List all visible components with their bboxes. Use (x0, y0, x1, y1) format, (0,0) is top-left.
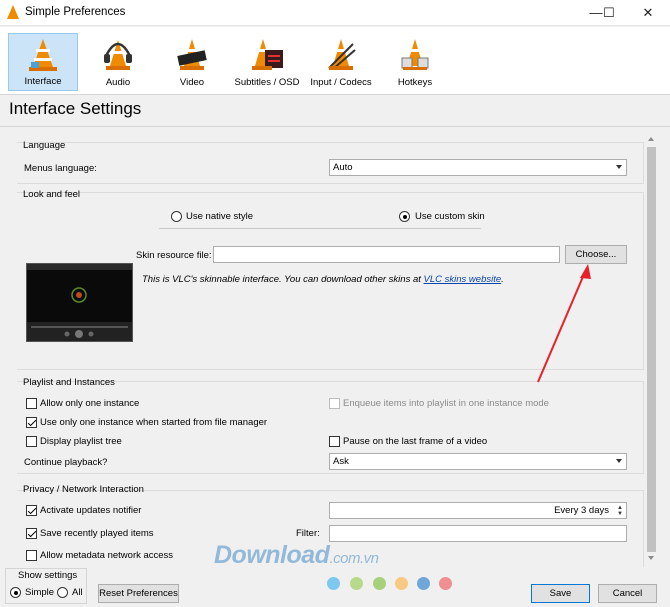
updates-interval-spinbox[interactable]: Every 3 days ▲ ▼ (329, 502, 627, 519)
show-all-label[interactable]: All (72, 587, 83, 598)
cancel-button[interactable]: Cancel (598, 584, 657, 603)
vertical-scrollbar[interactable] (645, 132, 658, 565)
watermark-dot (439, 577, 452, 590)
continue-playback-select[interactable]: Ask (329, 453, 627, 470)
updates-notifier-label[interactable]: Activate updates notifier (40, 505, 141, 516)
maximize-button[interactable]: ☐ (587, 0, 631, 26)
category-label: Hotkeys (397, 77, 433, 88)
menus-language-value: Auto (333, 162, 353, 173)
show-simple-label[interactable]: Simple (25, 587, 54, 598)
display-tree-label[interactable]: Display playlist tree (40, 436, 122, 447)
title-bar: Simple Preferences — ☐ ✕ (0, 0, 670, 26)
vlc-skins-link[interactable]: VLC skins website (424, 274, 502, 285)
close-button[interactable]: ✕ (626, 0, 670, 26)
category-bar: Interface Audio Video Subtitles / OSD In… (0, 27, 670, 94)
playlist-group-title: Playlist and Instances (23, 377, 115, 388)
file-manager-instance-checkbox[interactable] (26, 417, 37, 428)
category-label: Input / Codecs (310, 77, 372, 88)
metadata-access-label[interactable]: Allow metadata network access (40, 550, 173, 561)
continue-playback-label: Continue playback? (24, 457, 108, 468)
enqueue-label: Enqueue items into playlist in one insta… (343, 398, 549, 409)
page-title: Interface Settings (9, 99, 142, 118)
skin-file-label: Skin resource file: (136, 250, 212, 261)
save-recent-label[interactable]: Save recently played items (40, 528, 154, 539)
continue-playback-value: Ask (333, 456, 349, 467)
watermark-dot (327, 577, 340, 590)
category-subtitles-osd[interactable]: Subtitles / OSD (231, 33, 303, 91)
subtitles-cone-icon (252, 39, 283, 70)
skin-file-input[interactable] (213, 246, 560, 263)
pause-last-frame-checkbox[interactable] (329, 436, 340, 447)
save-button[interactable]: Save (531, 584, 590, 603)
skin-preview-image (26, 263, 133, 342)
filter-input[interactable] (329, 525, 627, 542)
save-recent-checkbox[interactable] (26, 528, 37, 539)
category-label: Interface (24, 76, 62, 87)
category-hotkeys[interactable]: Hotkeys (380, 33, 450, 91)
scrollbar-thumb[interactable] (647, 147, 656, 552)
divider (159, 228, 481, 229)
category-audio[interactable]: Audio (83, 33, 153, 91)
show-simple-radio[interactable] (10, 587, 21, 598)
menus-language-label: Menus language: (24, 163, 97, 174)
watermark: Download.com.vn (214, 541, 379, 569)
custom-skin-radio[interactable] (399, 211, 410, 222)
enqueue-checkbox[interactable] (329, 398, 340, 409)
scroll-up-icon[interactable] (648, 137, 654, 141)
updates-interval-value: Every 3 days (554, 505, 609, 516)
one-instance-label[interactable]: Allow only one instance (40, 398, 139, 409)
interface-cone-icon (29, 39, 57, 71)
show-all-radio[interactable] (57, 587, 68, 598)
one-instance-checkbox[interactable] (26, 398, 37, 409)
filter-label: Filter: (296, 528, 320, 539)
skin-info-text: This is VLC's skinnable interface. You c… (142, 274, 504, 285)
chevron-down-icon (616, 459, 622, 463)
category-video[interactable]: Video (157, 33, 227, 91)
watermark-dot (395, 577, 408, 590)
category-label: Audio (105, 77, 131, 88)
pause-last-frame-label[interactable]: Pause on the last frame of a video (343, 436, 487, 447)
category-input-codecs[interactable]: Input / Codecs (305, 33, 377, 91)
divider (0, 94, 670, 95)
show-settings-title: Show settings (15, 570, 81, 581)
display-tree-checkbox[interactable] (26, 436, 37, 447)
reset-preferences-button[interactable]: Reset Preferences (98, 584, 179, 603)
native-style-radio[interactable] (171, 211, 182, 222)
language-group-title: Language (23, 140, 66, 151)
watermark-dot (373, 577, 386, 590)
vlc-cone-icon (7, 5, 19, 19)
category-label: Subtitles / OSD (234, 77, 300, 88)
look-and-feel-group-title: Look and feel (23, 189, 81, 200)
video-cone-icon (177, 39, 207, 70)
category-label: Video (179, 77, 205, 88)
chevron-down-icon (616, 165, 622, 169)
custom-skin-label[interactable]: Use custom skin (415, 211, 485, 222)
hotkeys-cone-icon (401, 39, 429, 70)
annotation-arrow (537, 264, 591, 383)
file-manager-instance-label[interactable]: Use only one instance when started from … (40, 417, 267, 428)
category-interface[interactable]: Interface (8, 33, 78, 91)
watermark-dot (417, 577, 430, 590)
scroll-down-icon[interactable] (648, 556, 654, 560)
divider (0, 126, 670, 127)
window-title: Simple Preferences (25, 6, 126, 18)
metadata-access-checkbox[interactable] (26, 550, 37, 561)
privacy-group-title: Privacy / Network Interaction (23, 484, 144, 495)
input-codecs-cone-icon (328, 39, 356, 70)
updates-notifier-checkbox[interactable] (26, 505, 37, 516)
watermark-dot (350, 577, 363, 590)
spin-arrows-icon[interactable]: ▲ ▼ (617, 505, 623, 517)
vlc-skin-preview (27, 264, 132, 341)
menus-language-select[interactable]: Auto (329, 159, 627, 176)
audio-headphones-cone-icon (104, 40, 132, 70)
native-style-label[interactable]: Use native style (186, 211, 253, 222)
